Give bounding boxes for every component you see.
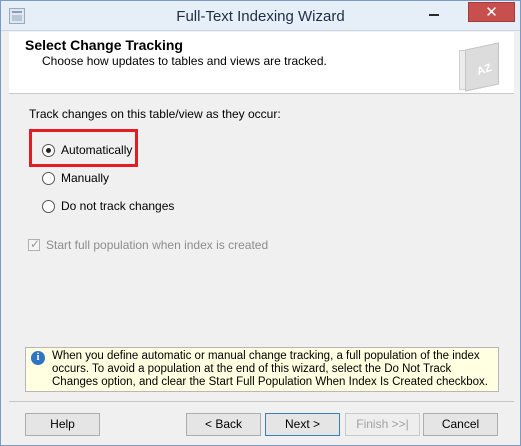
- back-button[interactable]: < Back: [186, 413, 261, 436]
- tracking-prompt: Track changes on this table/view as they…: [29, 107, 281, 121]
- radio-label-manually: Manually: [61, 171, 110, 185]
- radio-button[interactable]: [42, 199, 55, 213]
- wizard-header: Select Change Tracking Choose how update…: [9, 32, 514, 94]
- wizard-window: Full-Text Indexing Wizard ✕ Select Chang…: [0, 0, 521, 446]
- next-button[interactable]: Next >: [265, 413, 340, 436]
- start-population-label: Start full population when index is crea…: [46, 238, 269, 252]
- start-population-checkbox-row: Start full population when index is crea…: [28, 237, 269, 252]
- cancel-button[interactable]: Cancel: [423, 413, 498, 436]
- info-text: When you define automatic or manual chan…: [52, 350, 488, 388]
- info-icon: i: [31, 351, 45, 365]
- info-panel: i When you define automatic or manual ch…: [25, 347, 499, 392]
- page-subtitle: Choose how updates to tables and views a…: [42, 54, 327, 68]
- footer-divider: [9, 401, 514, 402]
- title-bar[interactable]: Full-Text Indexing Wizard ✕: [1, 1, 520, 31]
- annotation-highlight: [29, 129, 138, 167]
- close-button[interactable]: ✕: [468, 2, 515, 22]
- book-logo-icon: AZ: [459, 42, 501, 92]
- radio-manually[interactable]: Manually: [42, 170, 109, 186]
- radio-do-not-track[interactable]: Do not track changes: [42, 198, 174, 214]
- radio-button[interactable]: [42, 171, 55, 185]
- page-title: Select Change Tracking: [25, 37, 183, 53]
- minimize-button[interactable]: [421, 2, 447, 22]
- start-population-checkbox: [28, 237, 40, 251]
- help-button[interactable]: Help: [25, 413, 100, 436]
- radio-label-do-not-track: Do not track changes: [61, 199, 175, 213]
- finish-button: Finish >>|: [345, 413, 420, 436]
